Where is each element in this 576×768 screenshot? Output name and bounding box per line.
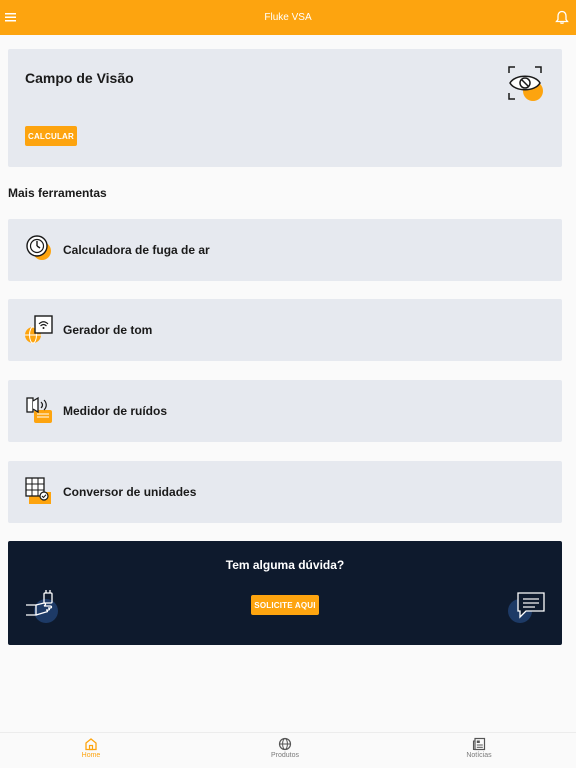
help-title: Tem alguma dúvida? xyxy=(225,558,345,572)
home-icon xyxy=(85,738,97,751)
tool-gerador-de-tom[interactable]: Gerador de tom xyxy=(8,299,562,361)
nav-noticias[interactable]: Notícias xyxy=(449,737,509,759)
tool-label: Gerador de tom xyxy=(63,323,153,337)
top-app-bar: Fluke VSA xyxy=(0,0,576,35)
bottom-navigation: Home Produtos Notícias xyxy=(0,732,576,768)
nav-label: Home xyxy=(81,752,101,759)
tool-conversor-de-unidades[interactable]: Conversor de unidades xyxy=(8,461,562,523)
calcular-button[interactable]: CALCULAR xyxy=(25,126,77,146)
hero-title: Campo de Visão xyxy=(25,70,134,86)
menu-icon[interactable] xyxy=(5,11,17,23)
nav-home[interactable]: Home xyxy=(61,737,121,759)
section-title: Mais ferramentas xyxy=(8,186,107,200)
campo-de-visao-card[interactable]: Campo de Visão CALCULAR xyxy=(8,49,562,167)
chat-bubbles-icon xyxy=(508,592,545,623)
plug-hand-icon xyxy=(26,590,58,623)
newspaper-icon xyxy=(472,737,486,751)
noise-meter-icon xyxy=(26,396,52,423)
nav-produtos[interactable]: Produtos xyxy=(255,737,315,759)
tool-label: Medidor de ruídos xyxy=(63,404,168,418)
nav-label: Produtos xyxy=(270,752,300,759)
tool-calculadora-fuga-ar[interactable]: Calculadora de fuga de ar xyxy=(8,219,562,281)
help-banner: Tem alguma dúvida? SOLICITE AQUI xyxy=(8,541,562,645)
nav-label: Notícias xyxy=(466,752,492,759)
solicite-aqui-button[interactable]: SOLICITE AQUI xyxy=(251,595,319,615)
app-title: Fluke VSA xyxy=(264,12,312,23)
tool-label: Conversor de unidades xyxy=(63,485,197,499)
globe-icon xyxy=(278,737,292,751)
tool-medidor-de-ruidos[interactable]: Medidor de ruídos xyxy=(8,380,562,442)
eye-target-icon xyxy=(508,66,543,101)
gauge-clock-icon xyxy=(26,235,51,260)
tone-generator-icon xyxy=(25,315,53,344)
notification-bell-icon[interactable] xyxy=(555,10,569,25)
unit-converter-icon xyxy=(25,477,51,504)
tool-label: Calculadora de fuga de ar xyxy=(63,243,210,257)
